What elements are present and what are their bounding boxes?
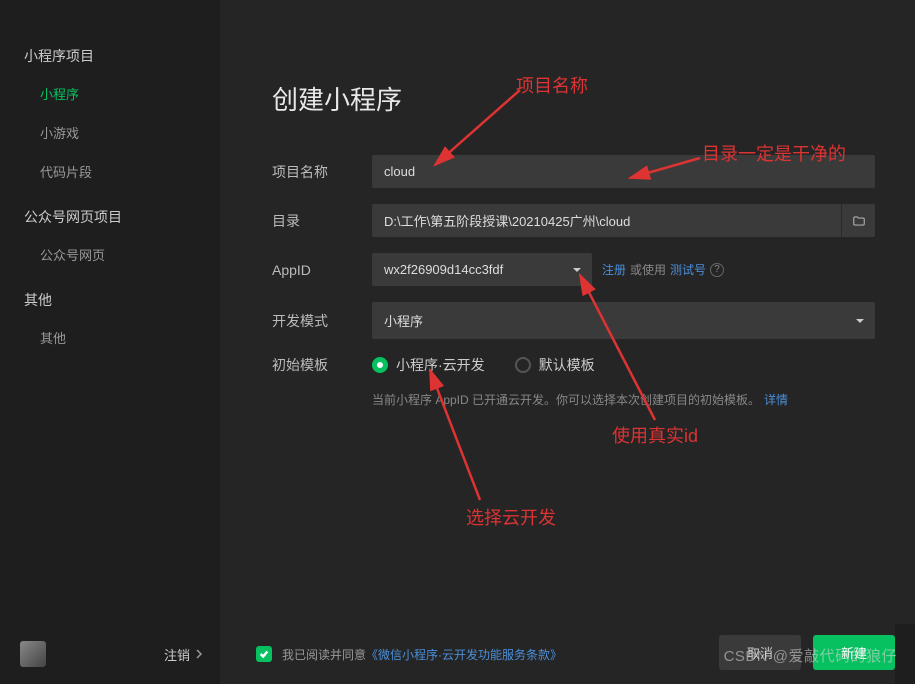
appid-select[interactable]: wx2f26909d14cc3fdf bbox=[372, 253, 592, 286]
sidebar-group-official: 公众号网页项目 bbox=[0, 199, 220, 235]
label-project-name: 项目名称 bbox=[272, 162, 372, 182]
template-option-default[interactable]: 默认模板 bbox=[515, 355, 595, 375]
template-detail-link[interactable]: 详情 bbox=[764, 393, 788, 407]
logout-button[interactable]: 注销 bbox=[164, 645, 204, 664]
sidebar: 小程序项目 小程序 小游戏 代码片段 公众号网页项目 公众号网页 其他 其他 bbox=[0, 0, 220, 684]
label-appid: AppID bbox=[272, 262, 372, 278]
sidebar-item-miniprogram[interactable]: 小程序 bbox=[0, 74, 220, 113]
label-dev-mode: 开发模式 bbox=[272, 311, 372, 331]
main-panel: 创建小程序 项目名称 目录 AppID wx2f26909d14cc3fdf bbox=[220, 0, 915, 624]
register-link[interactable]: 注册 bbox=[602, 261, 626, 278]
radio-dot-icon bbox=[372, 357, 388, 373]
directory-input[interactable] bbox=[372, 204, 841, 237]
appid-helper: 注册 或使用 测试号 ? bbox=[602, 261, 724, 278]
sidebar-item-official-web[interactable]: 公众号网页 bbox=[0, 235, 220, 274]
agree-text: 我已阅读并同意《微信小程序·云开发功能服务条款》 bbox=[282, 646, 562, 663]
agree-checkbox[interactable] bbox=[256, 646, 272, 662]
radio-dot-icon bbox=[515, 357, 531, 373]
sidebar-group-miniprogram: 小程序项目 bbox=[0, 38, 220, 74]
watermark: CSDN @爱敲代码的狼仔 bbox=[724, 645, 897, 666]
sidebar-item-snippet[interactable]: 代码片段 bbox=[0, 152, 220, 191]
sidebar-group-other: 其他 bbox=[0, 282, 220, 318]
avatar[interactable] bbox=[20, 641, 46, 667]
terms-link[interactable]: 《微信小程序·云开发功能服务条款》 bbox=[366, 648, 562, 662]
browse-folder-button[interactable] bbox=[841, 204, 875, 237]
sidebar-item-other[interactable]: 其他 bbox=[0, 318, 220, 357]
help-icon[interactable]: ? bbox=[710, 263, 724, 277]
label-init-template: 初始模板 bbox=[272, 355, 372, 375]
label-directory: 目录 bbox=[272, 211, 372, 231]
sidebar-item-minigame[interactable]: 小游戏 bbox=[0, 113, 220, 152]
project-name-input[interactable] bbox=[372, 155, 875, 188]
template-option-cloud[interactable]: 小程序·云开发 bbox=[372, 355, 485, 375]
dev-mode-select[interactable]: 小程序 bbox=[372, 302, 875, 339]
page-title: 创建小程序 bbox=[272, 80, 875, 117]
template-note: 当前小程序 AppID 已开通云开发。你可以选择本次创建项目的初始模板。详情 bbox=[372, 391, 875, 408]
test-account-link[interactable]: 测试号 bbox=[670, 261, 706, 278]
